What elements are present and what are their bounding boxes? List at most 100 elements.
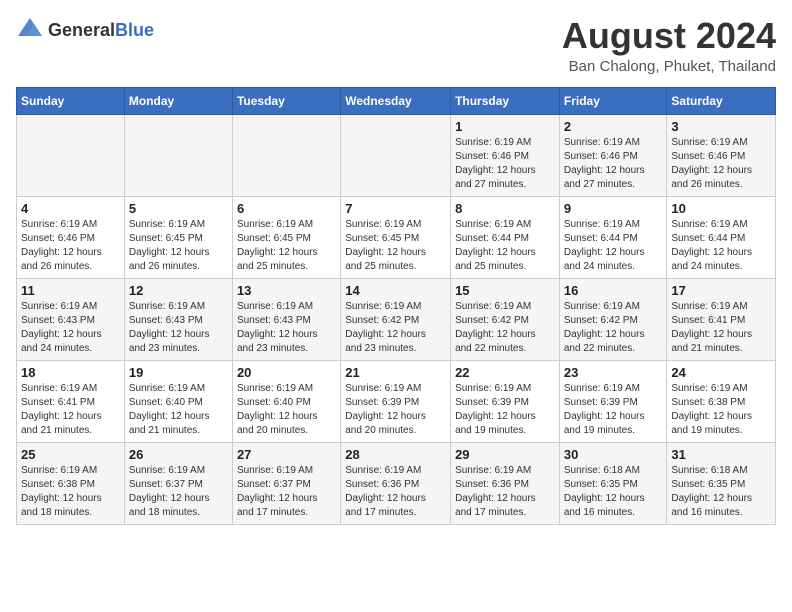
- day-info: Sunrise: 6:19 AMSunset: 6:46 PMDaylight:…: [455, 136, 555, 192]
- header-monday: Monday: [124, 87, 232, 114]
- day-number: 10: [671, 201, 771, 216]
- table-cell: 31Sunrise: 6:18 AMSunset: 6:35 PMDayligh…: [667, 442, 776, 524]
- day-info: Sunrise: 6:19 AMSunset: 6:44 PMDaylight:…: [455, 218, 555, 274]
- table-cell: [341, 114, 451, 196]
- day-info: Sunrise: 6:19 AMSunset: 6:42 PMDaylight:…: [455, 300, 555, 356]
- table-cell: [124, 114, 232, 196]
- day-number: 20: [237, 365, 336, 380]
- header-tuesday: Tuesday: [232, 87, 340, 114]
- table-cell: 1 Sunrise: 6:19 AMSunset: 6:46 PMDaylight…: [451, 114, 560, 196]
- table-cell: 2 Sunrise: 6:19 AMSunset: 6:46 PMDaylight…: [559, 114, 667, 196]
- day-number: 6: [237, 201, 336, 216]
- week-row-5: 25Sunrise: 6:19 AMSunset: 6:38 PMDayligh…: [17, 442, 776, 524]
- day-info: Sunrise: 6:19 AMSunset: 6:39 PMDaylight:…: [564, 382, 663, 438]
- day-info: Sunrise: 6:19 AMSunset: 6:36 PMDaylight:…: [345, 464, 446, 520]
- header-saturday: Saturday: [667, 87, 776, 114]
- table-cell: 27 Sunrise: 6:19 AMSunset: 6:37 PMDayligh…: [232, 442, 340, 524]
- week-row-4: 18 Sunrise: 6:19 AMSunset: 6:41 PMDayligh…: [17, 360, 776, 442]
- day-info: Sunrise: 6:19 AMSunset: 6:42 PMDaylight:…: [345, 300, 446, 356]
- logo: GeneralBlue: [16, 16, 154, 44]
- header-row: SundayMondayTuesdayWednesdayThursdayFrid…: [17, 87, 776, 114]
- table-cell: 14 Sunrise: 6:19 AMSunset: 6:42 PMDayligh…: [341, 278, 451, 360]
- day-info: Sunrise: 6:19 AMSunset: 6:38 PMDaylight:…: [671, 382, 771, 438]
- day-info: Sunrise: 6:19 AMSunset: 6:43 PMDaylight:…: [237, 300, 336, 356]
- day-info: Sunrise: 6:19 AMSunset: 6:46 PMDaylight:…: [21, 218, 120, 274]
- calendar-table: SundayMondayTuesdayWednesdayThursdayFrid…: [16, 87, 776, 525]
- day-number: 4: [21, 201, 120, 216]
- logo-text: GeneralBlue: [48, 20, 154, 41]
- day-info: Sunrise: 6:19 AMSunset: 6:45 PMDaylight:…: [345, 218, 446, 274]
- table-cell: 24 Sunrise: 6:19 AMSunset: 6:38 PMDayligh…: [667, 360, 776, 442]
- week-row-1: 1 Sunrise: 6:19 AMSunset: 6:46 PMDaylight…: [17, 114, 776, 196]
- day-info: Sunrise: 6:19 AMSunset: 6:36 PMDaylight:…: [455, 464, 555, 520]
- main-title: August 2024: [562, 16, 776, 56]
- table-cell: 28 Sunrise: 6:19 AMSunset: 6:36 PMDayligh…: [341, 442, 451, 524]
- header-thursday: Thursday: [451, 87, 560, 114]
- day-number: 23: [564, 365, 663, 380]
- table-cell: 21 Sunrise: 6:19 AMSunset: 6:39 PMDayligh…: [341, 360, 451, 442]
- day-number: 9: [564, 201, 663, 216]
- table-cell: 9 Sunrise: 6:19 AMSunset: 6:44 PMDaylight…: [559, 196, 667, 278]
- table-cell: [232, 114, 340, 196]
- day-info: Sunrise: 6:19 AMSunset: 6:39 PMDaylight:…: [345, 382, 446, 438]
- day-number: 17: [671, 283, 771, 298]
- title-area: August 2024 Ban Chalong, Phuket, Thailan…: [562, 16, 776, 75]
- day-info: Sunrise: 6:19 AMSunset: 6:38 PMDaylight:…: [21, 464, 120, 520]
- table-cell: 5 Sunrise: 6:19 AMSunset: 6:45 PMDaylight…: [124, 196, 232, 278]
- day-info: Sunrise: 6:19 AMSunset: 6:41 PMDaylight:…: [21, 382, 120, 438]
- day-number: 28: [345, 447, 446, 462]
- day-info: Sunrise: 6:19 AMSunset: 6:40 PMDaylight:…: [237, 382, 336, 438]
- week-row-2: 4 Sunrise: 6:19 AMSunset: 6:46 PMDaylight…: [17, 196, 776, 278]
- day-number: 19: [129, 365, 228, 380]
- table-cell: 3 Sunrise: 6:19 AMSunset: 6:46 PMDaylight…: [667, 114, 776, 196]
- table-cell: 16 Sunrise: 6:19 AMSunset: 6:42 PMDayligh…: [559, 278, 667, 360]
- table-cell: 20 Sunrise: 6:19 AMSunset: 6:40 PMDayligh…: [232, 360, 340, 442]
- day-info: Sunrise: 6:19 AMSunset: 6:41 PMDaylight:…: [671, 300, 771, 356]
- day-number: 27: [237, 447, 336, 462]
- header: GeneralBlue August 2024 Ban Chalong, Phu…: [16, 16, 776, 75]
- day-number: 15: [455, 283, 555, 298]
- day-info: Sunrise: 6:19 AMSunset: 6:37 PMDaylight:…: [237, 464, 336, 520]
- day-info: Sunrise: 6:19 AMSunset: 6:42 PMDaylight:…: [564, 300, 663, 356]
- day-info: Sunrise: 6:19 AMSunset: 6:39 PMDaylight:…: [455, 382, 555, 438]
- day-number: 7: [345, 201, 446, 216]
- day-number: 24: [671, 365, 771, 380]
- day-number: 8: [455, 201, 555, 216]
- table-cell: 6Sunrise: 6:19 AMSunset: 6:45 PMDaylight…: [232, 196, 340, 278]
- day-number: 14: [345, 283, 446, 298]
- day-info: Sunrise: 6:19 AMSunset: 6:45 PMDaylight:…: [129, 218, 228, 274]
- day-info: Sunrise: 6:19 AMSunset: 6:46 PMDaylight:…: [671, 136, 771, 192]
- day-number: 2: [564, 119, 663, 134]
- table-cell: 13 Sunrise: 6:19 AMSunset: 6:43 PMDayligh…: [232, 278, 340, 360]
- table-cell: 15 Sunrise: 6:19 AMSunset: 6:42 PMDayligh…: [451, 278, 560, 360]
- day-number: 18: [21, 365, 120, 380]
- table-cell: 17 Sunrise: 6:19 AMSunset: 6:41 PMDayligh…: [667, 278, 776, 360]
- sub-title: Ban Chalong, Phuket, Thailand: [562, 58, 776, 75]
- day-info: Sunrise: 6:19 AMSunset: 6:37 PMDaylight:…: [129, 464, 228, 520]
- header-sunday: Sunday: [17, 87, 125, 114]
- day-number: 16: [564, 283, 663, 298]
- day-info: Sunrise: 6:19 AMSunset: 6:44 PMDaylight:…: [564, 218, 663, 274]
- table-cell: [17, 114, 125, 196]
- day-number: 30: [564, 447, 663, 462]
- table-cell: 26Sunrise: 6:19 AMSunset: 6:37 PMDayligh…: [124, 442, 232, 524]
- day-info: Sunrise: 6:19 AMSunset: 6:44 PMDaylight:…: [671, 218, 771, 274]
- table-cell: 30Sunrise: 6:18 AMSunset: 6:35 PMDayligh…: [559, 442, 667, 524]
- day-info: Sunrise: 6:19 AMSunset: 6:46 PMDaylight:…: [564, 136, 663, 192]
- day-number: 13: [237, 283, 336, 298]
- day-number: 31: [671, 447, 771, 462]
- day-info: Sunrise: 6:19 AMSunset: 6:43 PMDaylight:…: [21, 300, 120, 356]
- day-number: 5: [129, 201, 228, 216]
- day-number: 3: [671, 119, 771, 134]
- table-cell: 18 Sunrise: 6:19 AMSunset: 6:41 PMDayligh…: [17, 360, 125, 442]
- logo-icon: [16, 16, 44, 44]
- table-cell: 22Sunrise: 6:19 AMSunset: 6:39 PMDayligh…: [451, 360, 560, 442]
- day-info: Sunrise: 6:19 AMSunset: 6:40 PMDaylight:…: [129, 382, 228, 438]
- day-number: 29: [455, 447, 555, 462]
- day-number: 21: [345, 365, 446, 380]
- table-cell: 11 Sunrise: 6:19 AMSunset: 6:43 PMDayligh…: [17, 278, 125, 360]
- day-number: 11: [21, 283, 120, 298]
- day-info: Sunrise: 6:19 AMSunset: 6:43 PMDaylight:…: [129, 300, 228, 356]
- table-cell: 7 Sunrise: 6:19 AMSunset: 6:45 PMDaylight…: [341, 196, 451, 278]
- day-number: 1: [455, 119, 555, 134]
